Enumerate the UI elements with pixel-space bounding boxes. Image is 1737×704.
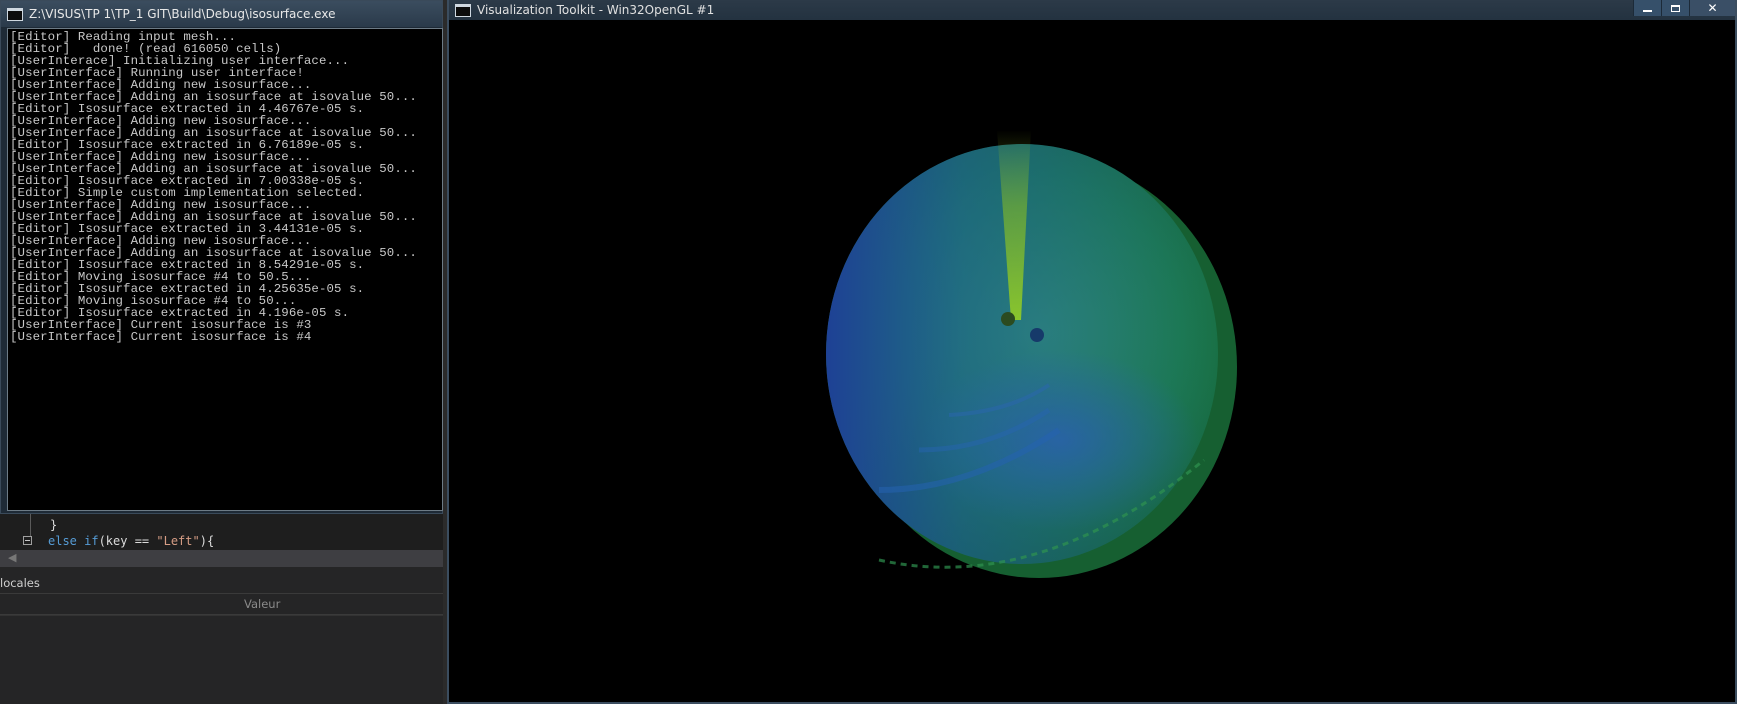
vtk-app-icon xyxy=(455,3,471,17)
scroll-left-arrow-icon[interactable]: ◀ xyxy=(8,551,16,564)
console-app-icon xyxy=(7,7,23,21)
maximize-icon xyxy=(1671,4,1680,12)
horizontal-scrollbar[interactable]: ◀ xyxy=(0,550,443,567)
close-button[interactable]: ✕ xyxy=(1689,0,1735,16)
code-line: } xyxy=(50,518,58,532)
indent-guide xyxy=(30,514,31,536)
fold-collapse-icon[interactable] xyxy=(23,536,32,545)
value-column-header[interactable]: Valeur xyxy=(244,597,280,611)
console-output[interactable]: [Editor] Reading input mesh... [Editor] d… xyxy=(7,28,443,511)
isosurface-render xyxy=(826,130,1237,578)
vtk-title: Visualization Toolkit - Win32OpenGL #1 xyxy=(477,3,715,17)
critical-point xyxy=(1001,312,1015,326)
code-editor[interactable]: } else if(key == "Left"){ xyxy=(0,514,443,550)
code-line: else if(key == "Left"){ xyxy=(48,534,215,548)
maximize-button[interactable] xyxy=(1661,0,1689,16)
console-lines: [Editor] Reading input mesh... [Editor] d… xyxy=(8,29,442,343)
vtk-window[interactable]: Visualization Toolkit - Win32OpenGL #1 ✕ xyxy=(447,0,1737,704)
console-title: Z:\VISUS\TP 1\TP_1 GIT\Build\Debug\isosu… xyxy=(29,7,336,21)
lower-blue-region xyxy=(919,350,1199,530)
console-window[interactable]: Z:\VISUS\TP 1\TP_1 GIT\Build\Debug\isosu… xyxy=(0,0,443,514)
locals-panel-header: locales xyxy=(0,573,443,594)
minimize-icon xyxy=(1643,10,1652,12)
minimize-button[interactable] xyxy=(1633,0,1661,16)
window-controls: ✕ xyxy=(1633,0,1735,16)
critical-point xyxy=(1030,328,1044,342)
ide-panel: } else if(key == "Left"){ ◀ locales Vale… xyxy=(0,514,443,704)
render-viewport[interactable] xyxy=(449,20,1735,702)
console-line: [UserInterface] Current isosurface is #4 xyxy=(10,330,312,344)
console-titlebar[interactable]: Z:\VISUS\TP 1\TP_1 GIT\Build\Debug\isosu… xyxy=(1,1,442,27)
locals-column-header: Valeur xyxy=(0,595,443,616)
close-icon: ✕ xyxy=(1707,1,1718,15)
locals-title: locales xyxy=(0,576,40,590)
divider xyxy=(0,614,443,615)
vtk-titlebar[interactable]: Visualization Toolkit - Win32OpenGL #1 ✕ xyxy=(449,0,1735,20)
